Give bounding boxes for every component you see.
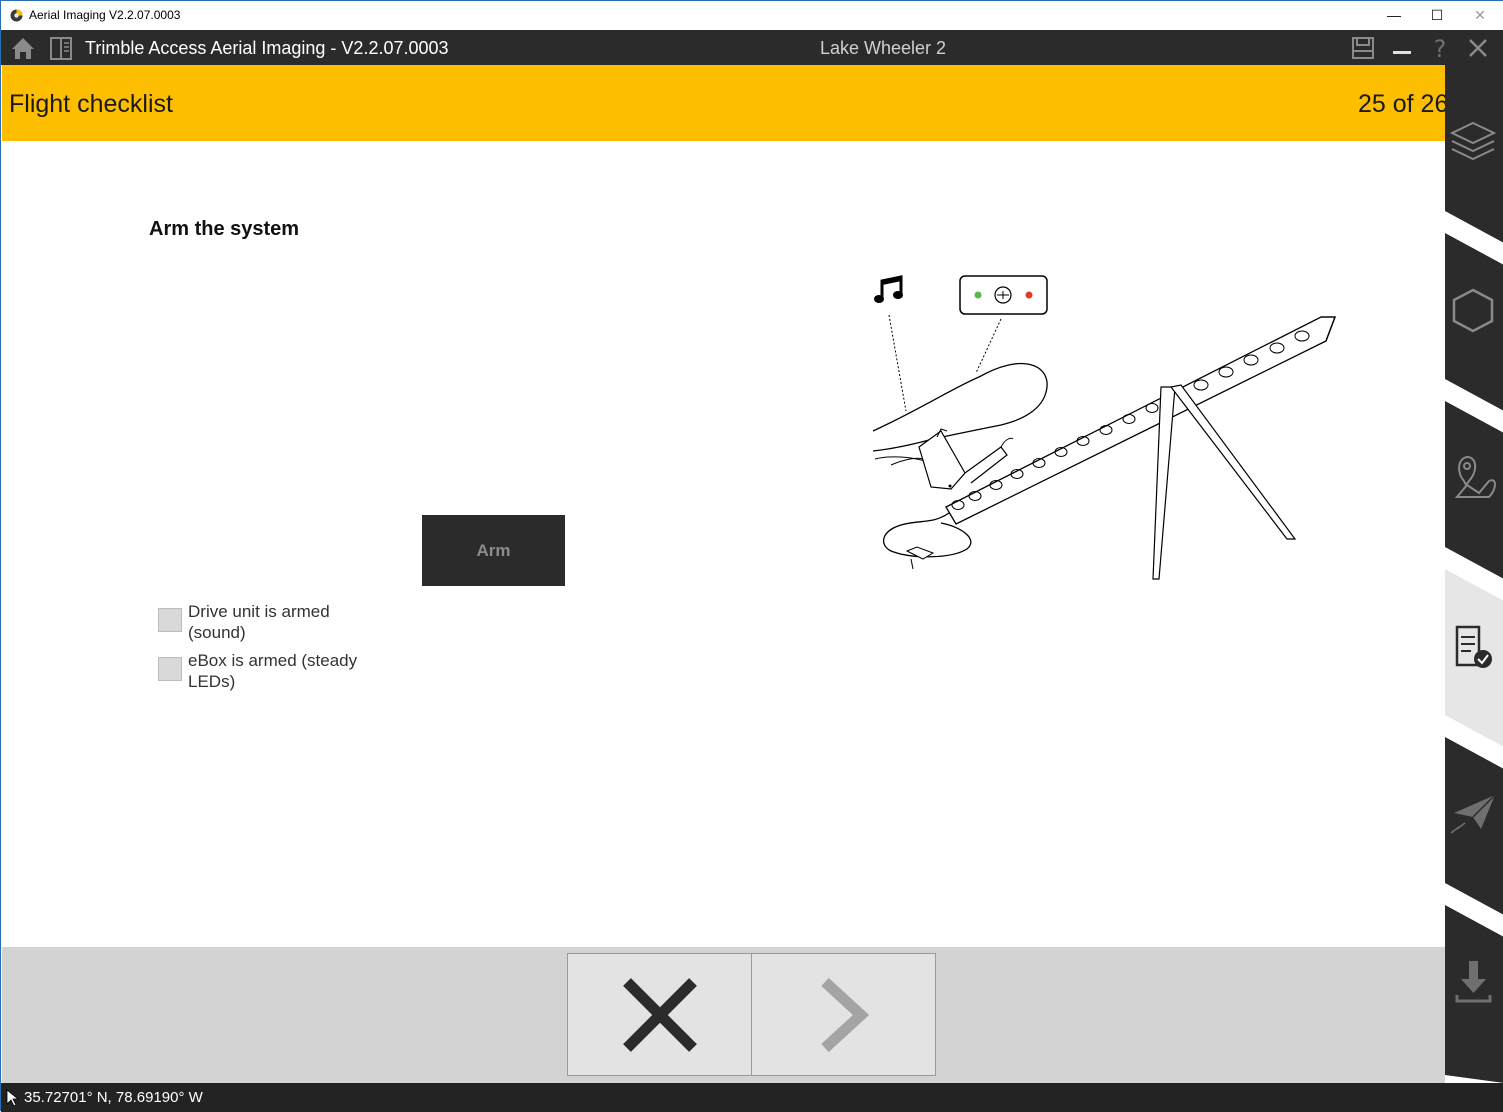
app-logo-icon [10, 9, 23, 22]
layers-icon[interactable] [1445, 117, 1502, 173]
home-icon[interactable] [9, 34, 37, 62]
app-bar: Trimble Access Aerial Imaging - V2.2.07.… [1, 30, 1503, 65]
paper-plane-icon[interactable] [1445, 785, 1502, 841]
os-minimize-button[interactable]: — [1372, 3, 1416, 27]
close-icon [622, 977, 697, 1052]
map-pin-icon[interactable] [1445, 451, 1502, 507]
checklist-item-label: Drive unit is armed (sound) [188, 602, 330, 642]
step-counter: 25 of 26 [1358, 90, 1449, 118]
checklist-item-ebox[interactable]: eBox is armed (steady LEDs) [158, 651, 358, 692]
cancel-button[interactable] [567, 953, 752, 1076]
ebox-armed-checkbox[interactable] [158, 657, 182, 681]
drone-launcher-diagram [872, 275, 1336, 580]
application-window: Aerial Imaging V2.2.07.0003 — ☐ ✕ Trimbl… [0, 0, 1503, 1112]
hexagon-icon[interactable] [1445, 283, 1502, 339]
checklist-item-label: eBox is armed (steady LEDs) [188, 651, 358, 691]
close-app-icon[interactable] [1464, 34, 1492, 62]
minimize-icon[interactable] [1388, 34, 1416, 62]
save-icon[interactable] [1349, 34, 1377, 62]
checklist-item-drive-unit[interactable]: Drive unit is armed (sound) [158, 602, 358, 643]
rail-background [1445, 65, 1503, 1083]
page-header: Flight checklist 25 of 26 [2, 65, 1449, 141]
os-title-bar: Aerial Imaging V2.2.07.0003 — ☐ ✕ [1, 1, 1503, 30]
help-icon[interactable]: ? [1426, 34, 1454, 62]
status-bar: 35.72701° N, 78.69190° W [1, 1083, 1503, 1112]
svg-text:?: ? [1434, 35, 1447, 62]
led-status-box [959, 275, 1048, 315]
gps-coordinates: 35.72701° N, 78.69190° W [24, 1089, 203, 1106]
cursor-icon [6, 1089, 20, 1107]
app-title: Trimble Access Aerial Imaging - V2.2.07.… [85, 38, 449, 58]
step-title: Arm the system [149, 218, 300, 240]
music-note-icon [874, 275, 903, 303]
right-rail [1445, 65, 1503, 1083]
chevron-right-icon [820, 977, 869, 1052]
job-name: Lake Wheeler 2 [819, 38, 947, 58]
checklist-icon[interactable] [1445, 621, 1502, 677]
arm-system-illustration [861, 269, 1351, 589]
os-close-button[interactable]: ✕ [1458, 3, 1502, 27]
arm-button[interactable]: Arm [422, 515, 565, 586]
page-title: Flight checklist [9, 90, 173, 118]
sidebar-toggle-icon[interactable] [47, 34, 75, 62]
next-button[interactable] [751, 953, 936, 1076]
drive-unit-armed-checkbox[interactable] [158, 608, 182, 632]
os-maximize-button[interactable]: ☐ [1415, 3, 1459, 27]
os-window-title: Aerial Imaging V2.2.07.0003 [29, 8, 181, 22]
download-icon[interactable] [1445, 955, 1502, 1011]
